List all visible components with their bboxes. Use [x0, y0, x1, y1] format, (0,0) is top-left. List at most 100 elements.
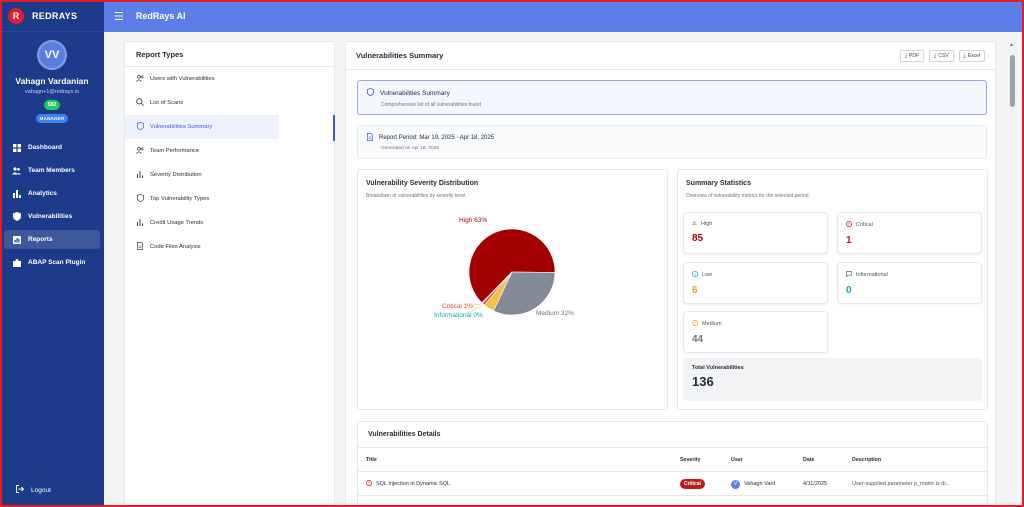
alert-circle-icon	[366, 480, 372, 488]
user-email: vahagn+1@redrays.io	[24, 89, 80, 95]
brand: R REDRAYS	[0, 0, 104, 32]
sidebar-item-label: Reports	[28, 236, 53, 243]
report-types-title: Report Types	[125, 42, 334, 67]
pie-label: High 63%	[459, 217, 487, 224]
user-name: Vahagn Vard	[744, 481, 776, 487]
export-excel-button[interactable]: ⤓ Excel	[958, 49, 985, 62]
stats-subtitle: Overview of vulnerability metrics for th…	[686, 193, 810, 199]
stat-label: High	[700, 221, 713, 227]
column-header[interactable]: Title	[366, 448, 377, 472]
pie-label: Critical 1%	[442, 303, 473, 310]
stat-value: 85	[692, 233, 704, 244]
bar-chart-icon	[12, 189, 21, 198]
download-icon: ⤓	[934, 52, 937, 59]
report-type-vulnerabilities-summary[interactable]: Vulnerabilities Summary	[125, 115, 279, 139]
report-type-credit-usage-trends[interactable]: Credit Usage Trends	[125, 211, 279, 235]
stat-medium: Medium 44	[683, 311, 828, 353]
severity-chart-card: Vulnerability Severity Distribution Brea…	[357, 169, 668, 410]
search-icon	[136, 98, 144, 108]
stat-low: Low 6	[683, 262, 828, 304]
stat-label: Medium	[702, 321, 722, 327]
info-icon	[692, 271, 698, 279]
report-type-team-performance[interactable]: Team Performance	[125, 139, 279, 163]
details-title: Vulnerabilities Details	[358, 422, 987, 448]
logout-label: Logout	[31, 486, 51, 494]
sidebar-item-label: ABAP Scan Plugin	[28, 259, 86, 266]
export-buttons: ⤓ PDF ⤓ CSV ⤓ Excel	[899, 49, 985, 62]
sidebar-item-label: Dashboard	[28, 144, 62, 151]
shield-icon	[136, 194, 144, 204]
scrollbar-thumb[interactable]	[1010, 55, 1015, 107]
export-pdf-button[interactable]: ⤓ PDF	[899, 49, 925, 62]
user-avatar: V	[731, 479, 740, 489]
download-icon: ⤓	[963, 52, 966, 59]
vulnerabilities-details: Vulnerabilities Details Title Severity U…	[357, 421, 988, 506]
report-type-severity-distribution[interactable]: Severity Distribution	[125, 163, 279, 187]
row-date: 4/11/2025	[803, 481, 828, 487]
stat-high: ⚠ High 85	[683, 212, 828, 254]
column-header[interactable]: Severity	[680, 448, 701, 472]
active-indicator	[333, 115, 335, 141]
hamburger-menu-icon[interactable]: ☰	[114, 10, 124, 23]
app-title: RedRays AI	[135, 11, 186, 21]
user-name: Vahagn Vardanian	[15, 76, 89, 86]
stat-label: Low	[702, 272, 713, 278]
download-icon: ⤓	[904, 52, 908, 59]
export-label: Excel	[967, 52, 980, 59]
bar-chart-icon	[136, 218, 144, 228]
report-types-panel: Report Types Users with Vulnerabilities …	[124, 41, 335, 507]
scrollbar-track[interactable]	[1010, 41, 1017, 507]
warning-icon: ⚠	[692, 221, 697, 227]
sidebar-item-dashboard[interactable]: Dashboard	[4, 138, 100, 157]
export-csv-button[interactable]: ⤓ CSV	[929, 49, 954, 62]
logout-button[interactable]: Logout	[16, 485, 51, 495]
stat-label: Critical	[856, 222, 873, 228]
column-header[interactable]: Date	[803, 448, 814, 472]
row-description: User-supplied parameter p_matnr is di...	[852, 481, 951, 487]
role-badge: MANAGER	[35, 114, 69, 123]
sidebar-item-team-members[interactable]: Team Members	[4, 161, 100, 180]
total-vulnerabilities: Total Vulnerabilities 136	[683, 358, 982, 401]
alert-circle-icon	[692, 320, 698, 328]
users-icon	[12, 166, 21, 175]
sidebar-item-label: Vulnerabilities	[28, 213, 73, 220]
severity-pie-chart: High 63% Medium 32% Critical 1% Information…	[434, 217, 574, 319]
export-label: CSV	[938, 52, 949, 59]
avatar[interactable]: VV	[37, 40, 67, 70]
users-icon	[136, 74, 144, 84]
report-type-label: Code Files Analysis	[150, 244, 201, 250]
sidebar-item-vulnerabilities[interactable]: Vulnerabilities	[4, 207, 100, 226]
topbar: ☰ RedRays AI	[104, 0, 1024, 32]
sidebar-item-reports[interactable]: Reports	[4, 230, 100, 249]
pie-label: Informational 0%	[434, 312, 483, 319]
alert-circle-icon	[846, 221, 852, 229]
brand-logo: R	[8, 7, 24, 24]
report-type-code-files-analysis[interactable]: Code Files Analysis	[125, 235, 279, 259]
total-value: 136	[692, 374, 714, 389]
scroll-up-arrow-icon[interactable]: ▲	[1009, 42, 1014, 48]
logout-icon	[16, 485, 25, 495]
stat-value: 1	[846, 235, 852, 246]
report-type-users-with-vulnerabilities[interactable]: Users with Vulnerabilities	[125, 67, 279, 91]
stat-label: Informational	[856, 272, 888, 278]
report-type-label: Severity Distribution	[150, 172, 202, 178]
report-type-list-of-scans[interactable]: List of Scans	[125, 91, 279, 115]
credit-badge: S82	[43, 100, 61, 110]
users-icon	[136, 146, 144, 156]
pie-label: Medium 32%	[536, 310, 574, 317]
info-title: Vulnerabilities Summary	[380, 89, 450, 97]
report-type-top-vulnerability-types[interactable]: Top Vulnerability Types	[125, 187, 279, 211]
column-header[interactable]: User	[731, 448, 743, 472]
column-header[interactable]: Description	[852, 448, 881, 472]
sidebar-item-analytics[interactable]: Analytics	[4, 184, 100, 203]
sidebar-item-abap-scan-plugin[interactable]: ABAP Scan Plugin	[4, 253, 100, 272]
report-type-label: Credit Usage Trends	[150, 220, 204, 226]
severity-badge: Critical	[680, 479, 705, 489]
stat-informational: Informational 0	[837, 262, 982, 304]
table-row[interactable]: SQL Injection in Dynamic SQL Critical V …	[358, 472, 987, 496]
report-type-label: Vulnerabilities Summary	[150, 124, 213, 130]
report-type-label: Team Performance	[150, 148, 199, 154]
total-label: Total Vulnerabilities	[692, 365, 744, 371]
bar-chart-icon	[136, 170, 144, 180]
stat-value: 0	[846, 285, 852, 296]
